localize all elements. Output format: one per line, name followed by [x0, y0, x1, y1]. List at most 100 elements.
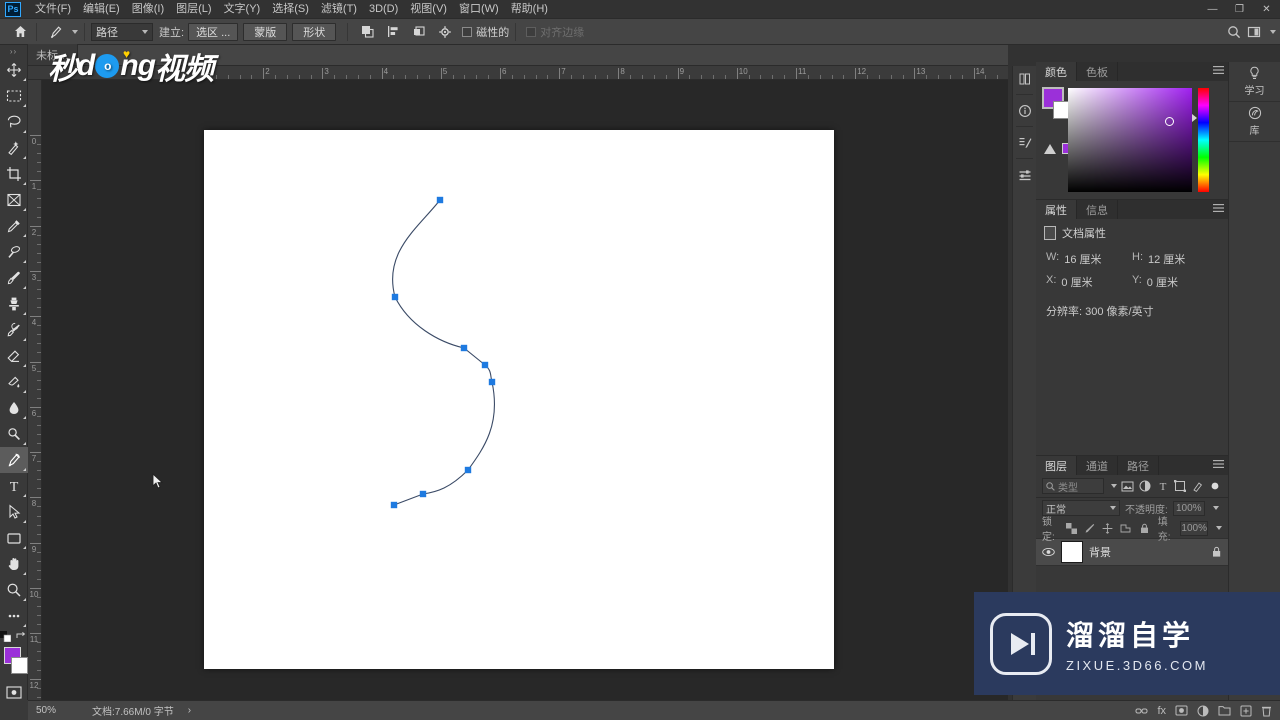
menu-item-select[interactable]: 选择(S) — [266, 0, 315, 19]
lock-position-icon[interactable] — [1101, 520, 1114, 537]
blur-tool[interactable] — [0, 395, 28, 421]
search-icon[interactable] — [1227, 25, 1241, 39]
maximize-button[interactable]: ❐ — [1226, 0, 1253, 19]
library-panel-button[interactable]: 库 — [1229, 102, 1280, 142]
saturation-value-field[interactable] — [1068, 88, 1192, 192]
layer-filter-chevron-icon[interactable] — [1111, 484, 1117, 488]
new-group-icon[interactable] — [1218, 705, 1231, 716]
menu-item-3d[interactable]: 3D(D) — [363, 0, 404, 19]
fill-value[interactable]: 100% — [1180, 520, 1208, 536]
filter-pixel-icon[interactable] — [1121, 478, 1135, 495]
make-shape-button[interactable]: 形状 — [292, 22, 337, 41]
frame-tool[interactable] — [0, 187, 28, 213]
filter-adjustment-icon[interactable] — [1139, 478, 1153, 495]
menu-item-help[interactable]: 帮助(H) — [505, 0, 554, 19]
path-selection-tool[interactable] — [0, 499, 28, 525]
lasso-tool[interactable] — [0, 109, 28, 135]
make-selection-button[interactable]: 选区 ... — [188, 22, 239, 41]
path-mode-select[interactable]: 路径 — [91, 22, 153, 41]
adjustment-layer-icon[interactable] — [1197, 705, 1209, 717]
spot-healing-tool[interactable] — [0, 239, 28, 265]
crop-tool[interactable] — [0, 161, 28, 187]
menu-item-edit[interactable]: 编辑(E) — [77, 0, 126, 19]
toolbar-grip[interactable]: ›› — [0, 45, 27, 57]
zoom-level[interactable]: 50% — [36, 705, 78, 716]
filter-type-icon[interactable]: T — [1156, 478, 1170, 495]
menu-item-view[interactable]: 视图(V) — [404, 0, 453, 19]
layer-link-icon[interactable] — [1135, 705, 1148, 717]
filter-smart-icon[interactable] — [1191, 478, 1205, 495]
new-layer-icon[interactable] — [1240, 705, 1252, 717]
eraser-tool[interactable] — [0, 343, 28, 369]
tab-paths[interactable]: 路径 — [1118, 456, 1159, 475]
menu-item-type[interactable]: 文字(Y) — [218, 0, 267, 19]
clone-stamp-tool[interactable] — [0, 291, 28, 317]
layer-name[interactable]: 背景 — [1089, 544, 1205, 560]
rail-info-icon[interactable] — [1013, 98, 1037, 123]
tool-preset-caret-icon[interactable] — [72, 29, 78, 34]
filter-toggle-icon[interactable] — [1209, 478, 1223, 495]
menu-item-file[interactable]: 文件(F) — [29, 0, 77, 19]
edit-toolbar-button[interactable] — [0, 603, 28, 629]
layer-thumbnail[interactable] — [1061, 541, 1083, 563]
make-mask-button[interactable]: 蒙版 — [243, 22, 288, 41]
quick-selection-tool[interactable] — [0, 135, 28, 161]
tab-swatches[interactable]: 色板 — [1077, 62, 1118, 81]
path-operations-icon[interactable] — [354, 22, 380, 42]
rail-adjustments-icon[interactable] — [1013, 130, 1037, 155]
menu-item-window[interactable]: 窗口(W) — [453, 0, 505, 19]
lock-image-icon[interactable] — [1083, 520, 1096, 537]
menu-item-layer[interactable]: 图层(L) — [170, 0, 217, 19]
menu-item-image[interactable]: 图像(I) — [126, 0, 170, 19]
hue-slider[interactable] — [1198, 88, 1209, 192]
status-arrow-icon[interactable]: › — [188, 705, 191, 716]
hand-tool[interactable] — [0, 551, 28, 577]
magnetic-checkbox-box[interactable] — [462, 26, 473, 37]
tab-properties[interactable]: 属性 — [1036, 200, 1077, 219]
learn-panel-button[interactable]: 学习 — [1229, 62, 1280, 102]
properties-panel-menu-icon[interactable] — [1213, 204, 1224, 213]
lock-transparency-icon[interactable] — [1065, 520, 1078, 537]
eyedropper-tool[interactable] — [0, 213, 28, 239]
layer-visibility-icon[interactable] — [1042, 547, 1055, 557]
menu-item-filter[interactable]: 滤镜(T) — [315, 0, 363, 19]
layer-lock-icon[interactable] — [1211, 546, 1222, 558]
filter-shape-icon[interactable] — [1174, 478, 1188, 495]
lock-artboard-icon[interactable] — [1119, 520, 1132, 537]
brush-tool[interactable] — [0, 265, 28, 291]
move-tool[interactable] — [0, 57, 28, 83]
tab-color[interactable]: 颜色 — [1036, 62, 1077, 81]
path-alignment-icon[interactable] — [380, 22, 406, 42]
close-button[interactable]: ✕ — [1253, 0, 1280, 19]
home-icon[interactable] — [10, 22, 30, 42]
minimize-button[interactable]: — — [1199, 0, 1226, 19]
fill-chevron-icon[interactable] — [1216, 526, 1222, 530]
table-row[interactable]: 背景 — [1036, 538, 1228, 566]
workspace-icon[interactable] — [1247, 25, 1261, 39]
color-swatches[interactable] — [0, 645, 28, 679]
default-colors-icon[interactable] — [0, 631, 11, 642]
out-of-gamut-icon[interactable] — [1044, 143, 1056, 154]
zoom-tool[interactable] — [0, 577, 28, 603]
lock-all-icon[interactable] — [1138, 520, 1151, 537]
opacity-chevron-icon[interactable] — [1212, 506, 1219, 510]
path-arrangement-icon[interactable] — [406, 22, 432, 42]
tab-channels[interactable]: 通道 — [1077, 456, 1118, 475]
color-picker-handle[interactable] — [1165, 117, 1174, 126]
rail-libraries-icon[interactable] — [1013, 66, 1037, 91]
marquee-tool[interactable] — [0, 83, 28, 109]
delete-layer-icon[interactable] — [1261, 705, 1272, 717]
tab-info[interactable]: 信息 — [1077, 200, 1118, 219]
tab-layers[interactable]: 图层 — [1036, 456, 1077, 475]
layer-style-icon[interactable]: fx — [1157, 705, 1166, 717]
type-tool[interactable]: T — [0, 473, 28, 499]
color-picker-body[interactable] — [1036, 81, 1228, 199]
swap-colors-icon[interactable] — [16, 631, 27, 642]
dodge-tool[interactable] — [0, 421, 28, 447]
pen-tool[interactable] — [0, 447, 28, 473]
pen-tool-icon[interactable] — [43, 22, 69, 42]
history-brush-tool[interactable] — [0, 317, 28, 343]
gear-icon[interactable] — [432, 22, 458, 42]
layer-mask-icon[interactable] — [1175, 705, 1188, 716]
opacity-value[interactable]: 100% — [1172, 500, 1205, 516]
